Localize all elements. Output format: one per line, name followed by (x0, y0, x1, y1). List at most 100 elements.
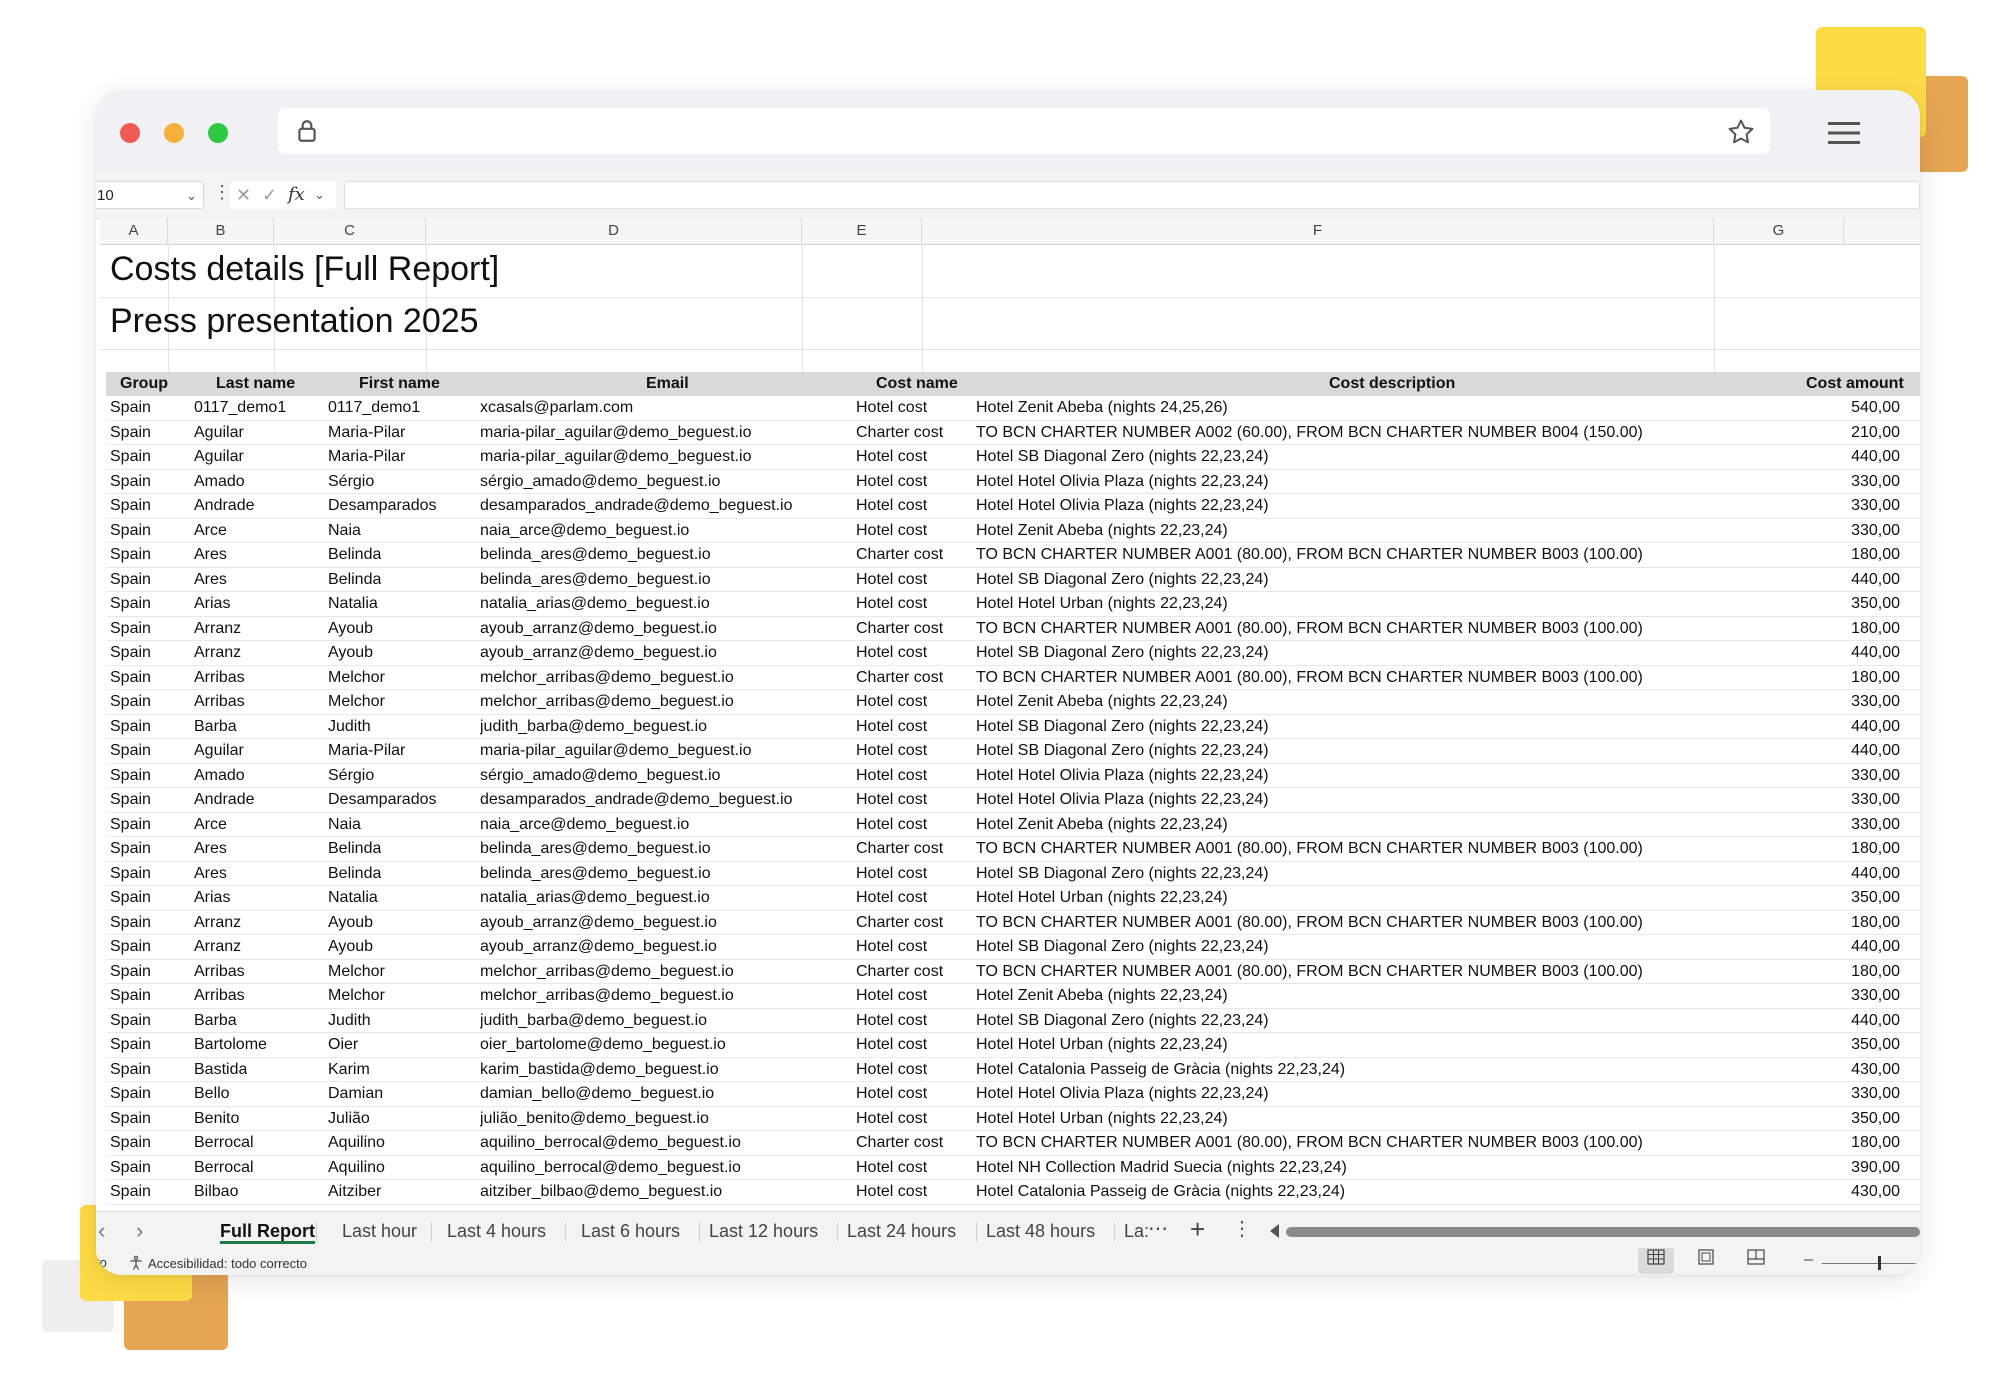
cell-email[interactable]: maria-pilar_aguilar@demo_beguest.io (480, 445, 752, 469)
cell-email[interactable]: ayoub_arranz@demo_beguest.io (480, 617, 717, 641)
cell-email[interactable]: naia_arce@demo_beguest.io (480, 519, 689, 543)
cell-last-name[interactable]: Benito (194, 1107, 239, 1131)
cell-cost-amount[interactable]: 390,00 (1766, 1156, 1900, 1180)
cell-first-name[interactable]: Aitziber (328, 1180, 381, 1204)
cell-cost-amount[interactable]: 180,00 (1766, 1131, 1900, 1155)
cell-cost-description[interactable]: TO BCN CHARTER NUMBER A001 (80.00), FROM… (976, 666, 1643, 690)
sheet-tab-full-report[interactable]: Full Report (220, 1212, 315, 1250)
cell-first-name[interactable]: Ayoub (328, 911, 373, 935)
cell-first-name[interactable]: Belinda (328, 837, 381, 861)
cell-last-name[interactable]: Arranz (194, 935, 241, 959)
cell-email[interactable]: aquilino_berrocal@demo_beguest.io (480, 1156, 741, 1180)
cell-first-name[interactable]: Ayoub (328, 641, 373, 665)
sheet-tab-truncated[interactable]: La: (1124, 1212, 1149, 1250)
cell-last-name[interactable]: Arranz (194, 911, 241, 935)
cell-last-name[interactable]: Ares (194, 837, 227, 861)
cell-first-name[interactable]: Ayoub (328, 935, 373, 959)
cell-cost-description[interactable]: Hotel Hotel Olivia Plaza (nights 22,23,2… (976, 470, 1269, 494)
table-row[interactable]: Spain Ares Belinda belinda_ares@demo_begues… (106, 862, 1920, 886)
cell-first-name[interactable]: Oier (328, 1033, 358, 1057)
cell-cost-name[interactable]: Hotel cost (856, 494, 927, 518)
cell-cost-amount[interactable]: 330,00 (1766, 519, 1900, 543)
cell-cost-description[interactable]: Hotel Zenit Abeba (nights 22,23,24) (976, 690, 1228, 714)
cell-group[interactable]: Spain (110, 862, 151, 886)
cell-cost-description[interactable]: Hotel Hotel Urban (nights 22,23,24) (976, 1033, 1228, 1057)
cell-cost-description[interactable]: Hotel NH Collection Madrid Suecia (night… (976, 1156, 1347, 1180)
cell-cost-amount[interactable]: 440,00 (1766, 862, 1900, 886)
cell-email[interactable]: maria-pilar_aguilar@demo_beguest.io (480, 739, 752, 763)
cell-cost-amount[interactable]: 330,00 (1766, 690, 1900, 714)
cell-cost-description[interactable]: Hotel Zenit Abeba (nights 22,23,24) (976, 519, 1228, 543)
cell-group[interactable]: Spain (110, 1058, 151, 1082)
sheet-tab-last-4-hours[interactable]: Last 4 hours (447, 1212, 546, 1250)
cell-group[interactable]: Spain (110, 1107, 151, 1131)
cell-cost-description[interactable]: Hotel Hotel Olivia Plaza (nights 22,23,2… (976, 764, 1269, 788)
chevron-right-icon[interactable]: › (136, 1218, 143, 1244)
cell-first-name[interactable]: Belinda (328, 543, 381, 567)
spreadsheet-grid[interactable]: A B C D E F G Costs details [Full Report… (100, 218, 1920, 1211)
cell-group[interactable]: Spain (110, 813, 151, 837)
cell-cost-name[interactable]: Hotel cost (856, 984, 927, 1008)
cell-last-name[interactable]: Barba (194, 715, 237, 739)
cell-group[interactable]: Spain (110, 494, 151, 518)
cell-last-name[interactable]: Ares (194, 862, 227, 886)
column-header-e[interactable]: E (802, 218, 922, 244)
cell-first-name[interactable]: Melchor (328, 690, 385, 714)
cell-cost-description[interactable]: TO BCN CHARTER NUMBER A001 (80.00), FROM… (976, 911, 1643, 935)
cell-cost-description[interactable]: TO BCN CHARTER NUMBER A001 (80.00), FROM… (976, 837, 1643, 861)
table-row[interactable]: Spain Aguilar Maria-Pilar maria-pilar_aguil… (106, 739, 1920, 764)
cell-last-name[interactable]: Arranz (194, 641, 241, 665)
table-row[interactable]: Spain Benito Julião julião_benito@demo_begu… (106, 1107, 1920, 1131)
cell-cost-name[interactable]: Hotel cost (856, 568, 927, 592)
name-box[interactable]: 10 ⌄ (96, 181, 204, 209)
cell-first-name[interactable]: Belinda (328, 862, 381, 886)
formula-input[interactable] (344, 181, 1920, 209)
cell-cost-amount[interactable]: 540,00 (1766, 396, 1900, 420)
table-row[interactable]: Spain Berrocal Aquilino aquilino_berrocal@d… (106, 1131, 1920, 1156)
cell-group[interactable]: Spain (110, 837, 151, 861)
cell-cost-description[interactable]: Hotel SB Diagonal Zero (nights 22,23,24) (976, 568, 1269, 592)
cell-cost-description[interactable]: Hotel Hotel Urban (nights 22,23,24) (976, 1107, 1228, 1131)
table-row[interactable]: Spain Andrade Desamparados desamparados_and… (106, 494, 1920, 519)
table-row[interactable]: Spain Aguilar Maria-Pilar maria-pilar_aguil… (106, 445, 1920, 470)
cell-email[interactable]: ayoub_arranz@demo_beguest.io (480, 911, 717, 935)
cell-cost-name[interactable]: Hotel cost (856, 1058, 927, 1082)
cell-cost-name[interactable]: Hotel cost (856, 641, 927, 665)
cell-last-name[interactable]: Amado (194, 764, 245, 788)
cell-email[interactable]: sérgio_amado@demo_beguest.io (480, 764, 720, 788)
cell-cost-description[interactable]: TO BCN CHARTER NUMBER A001 (80.00), FROM… (976, 617, 1643, 641)
cell-cost-amount[interactable]: 430,00 (1766, 1180, 1900, 1204)
cell-email[interactable]: melchor_arribas@demo_beguest.io (480, 960, 734, 984)
cell-email[interactable]: desamparados_andrade@demo_beguest.io (480, 788, 792, 812)
cancel-icon[interactable]: ✕ (236, 181, 251, 209)
cell-email[interactable]: maria-pilar_aguilar@demo_beguest.io (480, 421, 752, 445)
cell-email[interactable]: ayoub_arranz@demo_beguest.io (480, 641, 717, 665)
cell-cost-amount[interactable]: 180,00 (1766, 617, 1900, 641)
column-header-d[interactable]: D (426, 218, 802, 244)
cell-first-name[interactable]: Maria-Pilar (328, 421, 405, 445)
cell-last-name[interactable]: Ares (194, 543, 227, 567)
cell-cost-amount[interactable]: 350,00 (1766, 592, 1900, 616)
cell-first-name[interactable]: Belinda (328, 568, 381, 592)
cell-first-name[interactable]: Melchor (328, 960, 385, 984)
cell-cost-name[interactable]: Hotel cost (856, 788, 927, 812)
cell-email[interactable]: belinda_ares@demo_beguest.io (480, 543, 711, 567)
cell-last-name[interactable]: Arribas (194, 690, 245, 714)
cell-group[interactable]: Spain (110, 886, 151, 910)
sheet-tab-last-24-hours[interactable]: Last 24 hours (847, 1212, 956, 1250)
sheet-tab-last-12-hours[interactable]: Last 12 hours (709, 1212, 818, 1250)
cell-cost-description[interactable]: Hotel Zenit Abeba (nights 22,23,24) (976, 813, 1228, 837)
cell-group[interactable]: Spain (110, 788, 151, 812)
cell-cost-amount[interactable]: 440,00 (1766, 568, 1900, 592)
cell-group[interactable]: Spain (110, 641, 151, 665)
table-row[interactable]: Spain Berrocal Aquilino aquilino_berrocal@d… (106, 1156, 1920, 1180)
cell-cost-amount[interactable]: 440,00 (1766, 641, 1900, 665)
cell-group[interactable]: Spain (110, 984, 151, 1008)
add-sheet-icon[interactable]: + (1190, 1214, 1205, 1245)
table-row[interactable]: Spain Ares Belinda belinda_ares@demo_begues… (106, 837, 1920, 862)
cell-cost-amount[interactable]: 440,00 (1766, 739, 1900, 763)
cell-first-name[interactable]: Desamparados (328, 494, 437, 518)
cell-cost-amount[interactable]: 330,00 (1766, 494, 1900, 518)
cell-email[interactable]: desamparados_andrade@demo_beguest.io (480, 494, 792, 518)
cell-cost-amount[interactable]: 440,00 (1766, 935, 1900, 959)
